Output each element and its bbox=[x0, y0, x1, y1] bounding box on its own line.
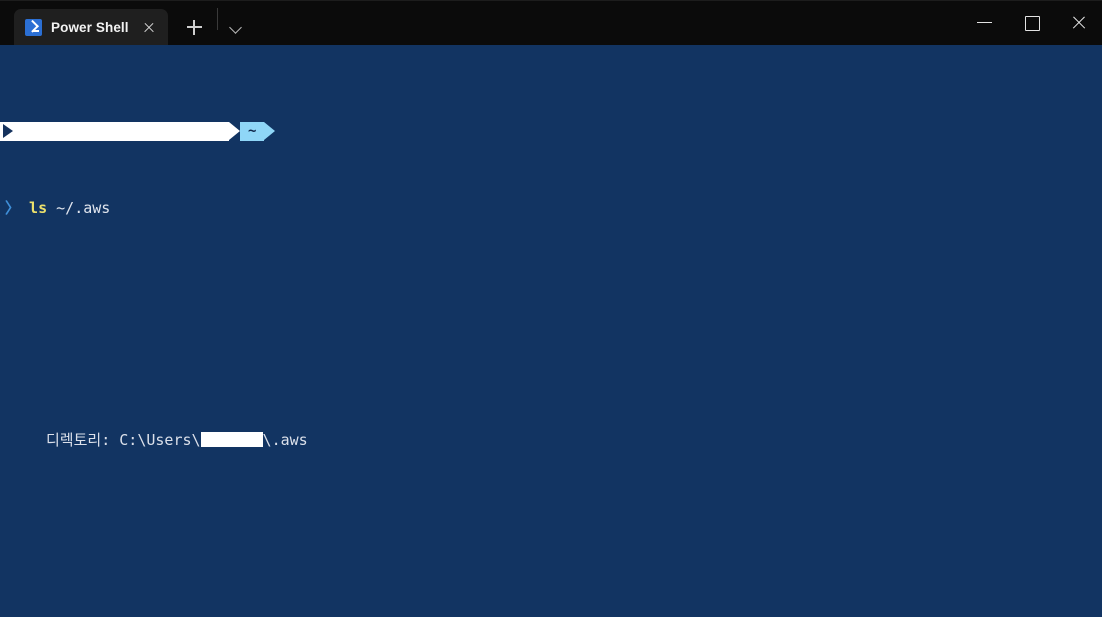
prompt-chevron: 〉 bbox=[5, 199, 21, 218]
prompt-segment-tilde: ~ bbox=[240, 122, 265, 142]
redacted-username bbox=[200, 431, 263, 447]
tab-divider bbox=[216, 8, 218, 30]
prompt-bar-home-1: ~ bbox=[0, 122, 1102, 142]
directory-header: 디렉토리: C:\Users\ \.aws bbox=[0, 431, 1102, 450]
terminal-window: Power Shell ~ 〉 ls ~/.aws 디렉토리: C:\Users… bbox=[0, 0, 1102, 617]
close-tab-icon[interactable] bbox=[138, 16, 160, 38]
prompt-arrow-blue-icon bbox=[264, 122, 276, 141]
command-name: ls bbox=[29, 199, 48, 218]
prompt-cap-icon bbox=[0, 122, 15, 142]
directory-label: 디렉토리: bbox=[46, 430, 120, 449]
minimize-button[interactable] bbox=[961, 0, 1008, 45]
powershell-icon bbox=[25, 18, 42, 36]
terminal-body[interactable]: ~ 〉 ls ~/.aws 디렉토리: C:\Users\\.aws Mode … bbox=[0, 45, 1102, 617]
command-line-ls: 〉 ls ~/.aws bbox=[0, 199, 1102, 218]
close-window-button[interactable] bbox=[1055, 0, 1102, 45]
maximize-button[interactable] bbox=[1008, 0, 1055, 45]
title-bar: Power Shell bbox=[0, 0, 1102, 45]
new-tab-button[interactable] bbox=[175, 9, 213, 45]
terminal-output: ~ 〉 ls ~/.aws 디렉토리: C:\Users\\.aws Mode … bbox=[0, 45, 1102, 617]
chevron-down-icon bbox=[228, 21, 242, 34]
command-args: ~/.aws bbox=[47, 199, 111, 218]
tab-powershell[interactable]: Power Shell bbox=[14, 9, 168, 45]
tab-title: Power Shell bbox=[51, 19, 129, 35]
prompt-arrow-white-icon bbox=[229, 122, 240, 141]
tab-dropdown-button[interactable] bbox=[220, 9, 254, 45]
prompt-tilde-label: ~ bbox=[248, 123, 257, 140]
prompt-white-segment bbox=[15, 122, 229, 142]
directory-path-suffix: \.aws bbox=[262, 430, 308, 449]
directory-path-prefix: C:\Users\ bbox=[119, 430, 201, 449]
tab-strip: Power Shell bbox=[0, 0, 254, 45]
window-controls bbox=[961, 0, 1102, 45]
